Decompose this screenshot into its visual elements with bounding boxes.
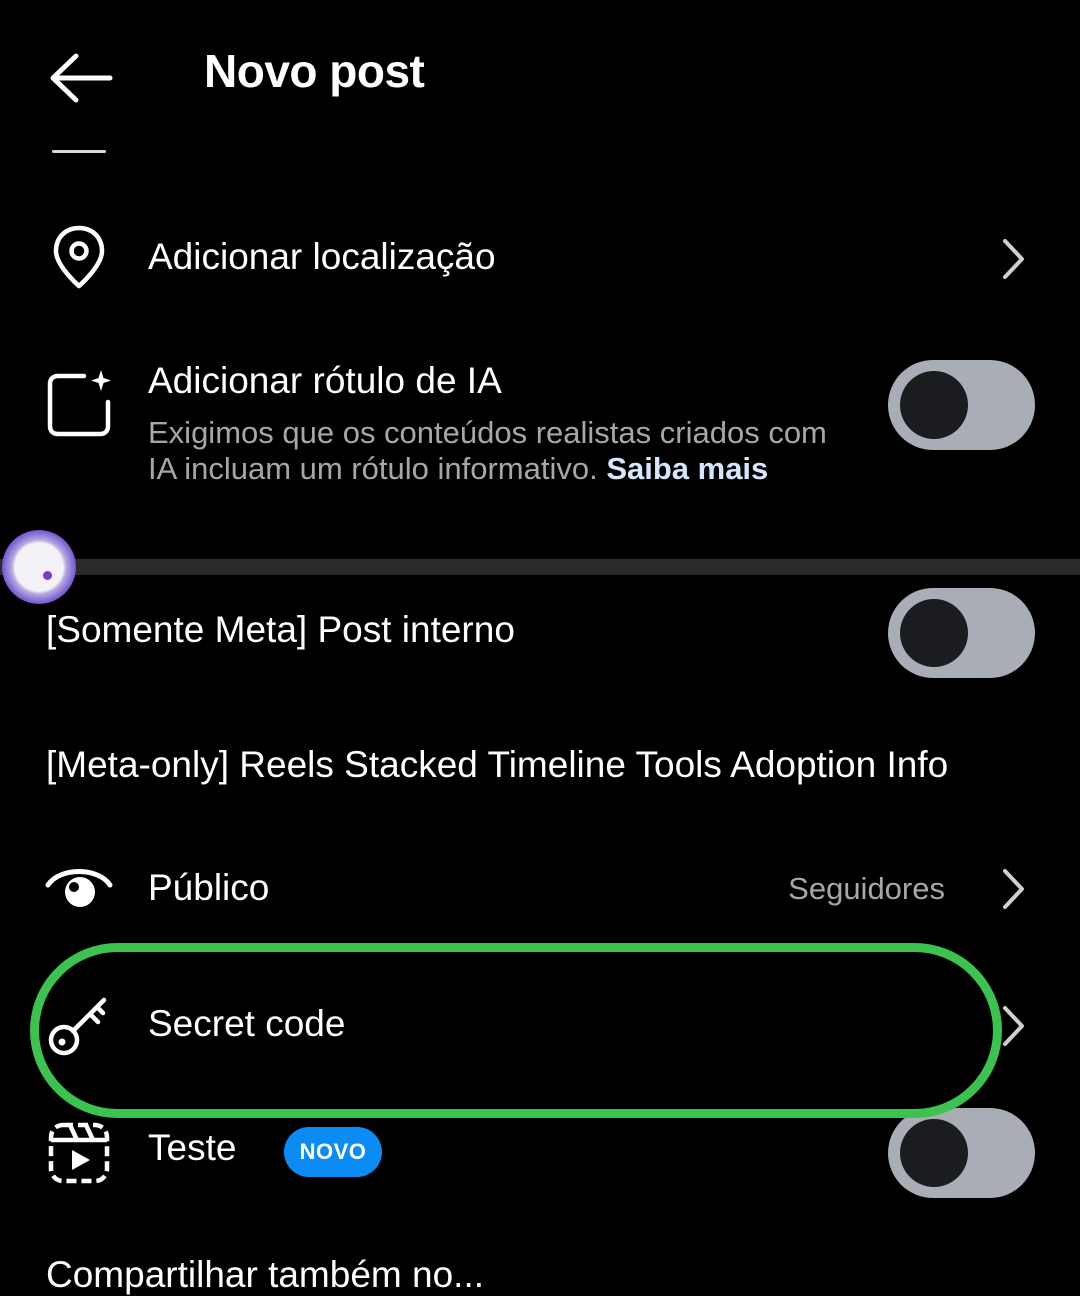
page-title: Novo post <box>204 45 425 97</box>
audience-label: Público <box>148 867 270 908</box>
secret-code-label: Secret code <box>148 1003 346 1044</box>
internal-post-toggle[interactable] <box>888 588 1035 678</box>
share-also-label: Compartilhar também no... <box>46 1254 485 1295</box>
new-post-screen: Novo post Adicionar localização Adiciona… <box>0 0 1080 1296</box>
ai-label-toggle[interactable] <box>888 360 1035 450</box>
section-divider <box>0 559 1080 575</box>
ai-sparkle-square-icon <box>44 368 114 438</box>
reels-icon <box>44 1118 114 1188</box>
location-pin-icon <box>44 222 114 292</box>
audience-value: Seguidores <box>788 871 945 906</box>
ai-label-description: Exigimos que os conteúdos realistas cria… <box>148 415 838 487</box>
new-badge: NOVO <box>284 1127 382 1177</box>
arrow-left-icon <box>50 53 113 102</box>
reels-info-label: [Meta-only] Reels Stacked Timeline Tools… <box>46 744 949 785</box>
key-icon <box>44 990 114 1060</box>
add-location-label: Adicionar localização <box>148 236 496 277</box>
chevron-right-icon <box>998 237 1028 281</box>
learn-more-link[interactable]: Saiba mais <box>606 451 768 486</box>
chevron-right-icon <box>998 1004 1028 1048</box>
divider <box>52 150 106 153</box>
test-toggle[interactable] <box>888 1108 1035 1198</box>
bubble-dot-icon <box>43 571 52 580</box>
internal-post-label: [Somente Meta] Post interno <box>46 609 515 650</box>
toggle-knob <box>900 371 968 439</box>
ai-label-title: Adicionar rótulo de IA <box>148 360 502 401</box>
eye-icon <box>44 852 114 922</box>
toggle-knob <box>900 1119 968 1187</box>
chevron-right-icon <box>998 867 1028 911</box>
back-button[interactable] <box>40 40 120 115</box>
toggle-knob <box>900 599 968 667</box>
test-label: Teste <box>148 1127 237 1168</box>
